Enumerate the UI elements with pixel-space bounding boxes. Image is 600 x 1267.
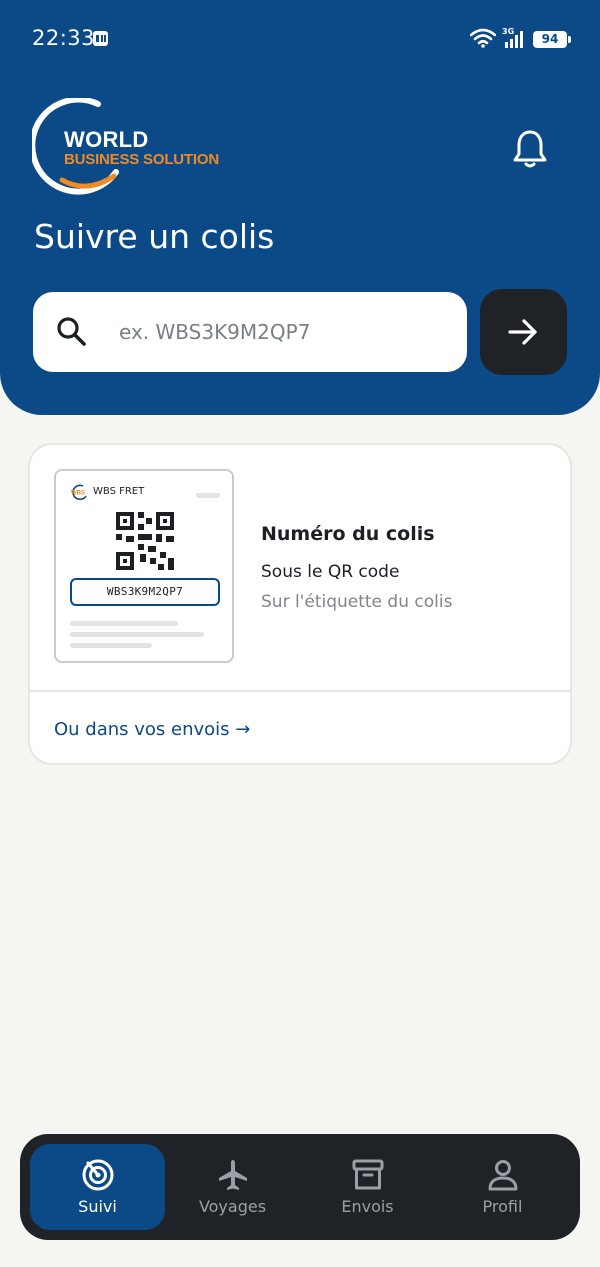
header: 22:33 3G 94 WORLD BUSINESS SOLUTION Suiv… <box>0 0 600 415</box>
status-time: 22:33 <box>32 26 96 50</box>
tracking-help-card: WBS WBS FRET WBS3K9M2QP7 Numéro du colis… <box>28 443 572 765</box>
label-brand: WBS FRET <box>93 486 145 497</box>
nav-item-profil[interactable]: Profil <box>435 1144 570 1230</box>
search-icon <box>57 317 86 346</box>
my-shipments-link[interactable]: Ou dans vos envois → <box>54 719 250 740</box>
logo-text-world: WORLD <box>64 127 149 152</box>
wifi-icon <box>470 28 496 48</box>
cell-signal-icon: 3G <box>502 27 523 48</box>
label-placeholder-line <box>196 493 220 498</box>
archive-box-icon <box>352 1159 383 1190</box>
notification-bell-icon[interactable] <box>512 128 548 170</box>
arrow-right-icon <box>508 319 537 345</box>
radar-icon <box>82 1159 113 1191</box>
card-divider <box>30 690 570 692</box>
page-title: Suivre un colis <box>34 217 275 256</box>
nav-label: Voyages <box>198 1197 267 1216</box>
bottom-navigation: Suivi Voyages Envois Profil <box>20 1134 580 1240</box>
status-bar: 22:33 3G 94 <box>0 0 600 78</box>
logo-text-business: BUSINESS SOLUTION <box>64 151 219 168</box>
card-hint-primary: Sous le QR code <box>261 562 400 582</box>
wbs-logo-text: WBS <box>71 491 85 497</box>
shipping-label-illustration: WBS WBS FRET WBS3K9M2QP7 <box>54 469 234 663</box>
nav-label: Profil <box>482 1197 523 1216</box>
label-placeholder-line <box>70 621 178 626</box>
tracking-number-input[interactable] <box>119 314 449 350</box>
nav-label: Suivi <box>78 1197 117 1216</box>
company-logo: WORLD BUSINESS SOLUTION <box>32 98 232 198</box>
label-tracking-code: WBS3K9M2QP7 <box>70 578 220 606</box>
nav-item-voyages[interactable]: Voyages <box>165 1144 300 1230</box>
qr-code-icon <box>116 512 174 570</box>
card-hint-secondary: Sur l'étiquette du colis <box>261 592 453 612</box>
user-icon <box>488 1160 517 1191</box>
wbs-logo-icon: WBS <box>71 484 87 500</box>
card-title: Numéro du colis <box>261 523 435 545</box>
submit-tracking-button[interactable] <box>480 289 567 375</box>
network-type: 3G <box>502 27 514 36</box>
nav-label: Envois <box>341 1197 394 1216</box>
nav-item-envois[interactable]: Envois <box>300 1144 435 1230</box>
label-placeholder-line <box>70 632 204 637</box>
battery-indicator: 94 <box>533 31 571 48</box>
label-placeholder-line <box>70 643 152 648</box>
tracking-search-box[interactable] <box>33 292 467 372</box>
nav-item-suivi[interactable]: Suivi <box>30 1144 165 1230</box>
airplane-icon <box>218 1160 247 1190</box>
sim-card-icon <box>93 31 108 46</box>
